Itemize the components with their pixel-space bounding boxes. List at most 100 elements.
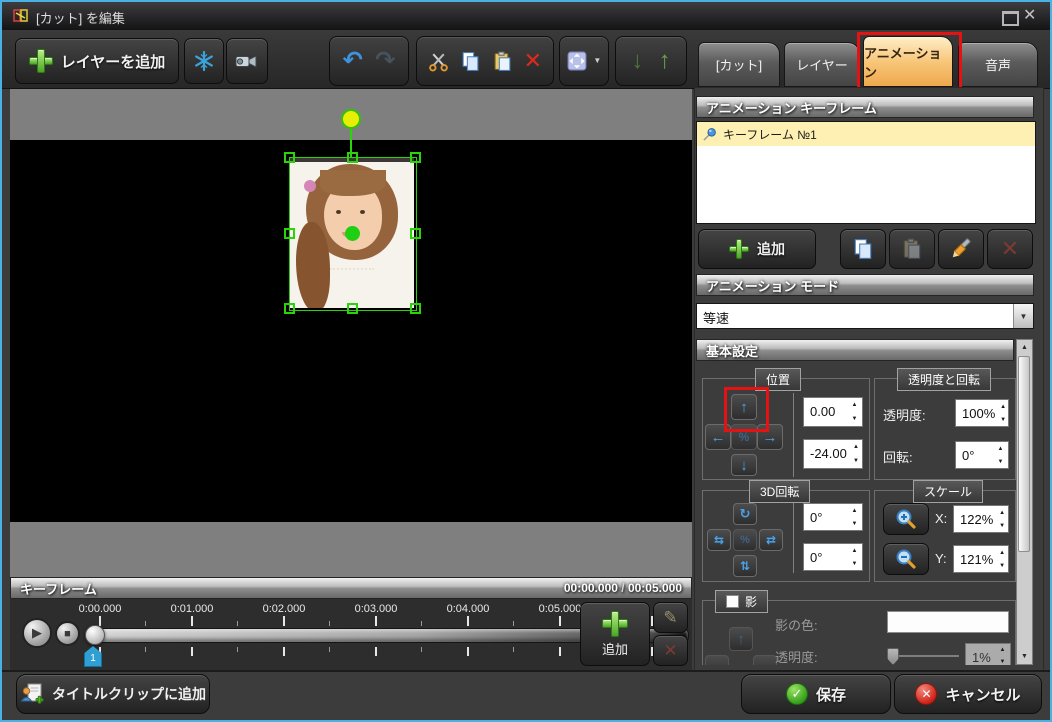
spin-down-icon[interactable]: ▼ [996, 559, 1008, 572]
move-up-icon[interactable]: ↑ [659, 49, 671, 73]
add-title-clip-button[interactable]: タイトルクリップに追加 [16, 674, 210, 714]
paste-icon[interactable] [492, 51, 513, 72]
opacity-value[interactable]: 100% [956, 400, 998, 426]
position-y-value[interactable]: -24.00 [804, 440, 850, 468]
tab-audio[interactable]: 音声 [958, 42, 1038, 87]
redo-icon[interactable]: ↷ [375, 49, 395, 73]
spin-down-icon[interactable]: ▼ [847, 517, 862, 530]
shadow-color-swatch[interactable] [887, 611, 1009, 633]
rotation-spinner[interactable]: 0° ▲▼ [955, 441, 1009, 469]
resize-handle-nw[interactable] [284, 152, 295, 163]
spin-down-icon[interactable]: ▼ [996, 519, 1008, 532]
position-x-value[interactable]: 0.00 [804, 398, 847, 426]
move-down-button[interactable]: ↓ [731, 454, 757, 476]
zoom-in-button[interactable] [883, 503, 929, 535]
rotation-3d-y-spinner[interactable]: 0° ▲▼ [803, 543, 863, 571]
shadow-checkbox[interactable] [726, 595, 739, 608]
rotation-3d-x-spinner[interactable]: 0° ▲▼ [803, 503, 863, 531]
title-bar[interactable]: [カット] を編集 ✕ [2, 2, 1050, 30]
spin-down-icon[interactable]: ▼ [847, 557, 862, 570]
stop-button[interactable]: ■ [55, 621, 80, 646]
flip-vertical-button[interactable]: ⇅ [733, 555, 757, 577]
spin-down-icon[interactable]: ▼ [850, 454, 862, 468]
paste-keyframe-button[interactable] [889, 229, 935, 269]
fit-screen-icon[interactable] [567, 51, 587, 71]
copy-keyframe-button[interactable] [840, 229, 886, 269]
resize-handle-e[interactable] [410, 228, 421, 239]
rotate-left-button[interactable]: ⇆ [707, 529, 731, 551]
spin-down-icon[interactable]: ▼ [847, 412, 862, 426]
delete-icon[interactable]: ✕ [524, 50, 542, 72]
camera-button[interactable] [226, 38, 268, 84]
spin-down-icon[interactable]: ▼ [993, 455, 1008, 468]
opacity-spinner[interactable]: 100% ▲▼ [955, 399, 1009, 427]
resize-handle-s[interactable] [347, 303, 358, 314]
save-button[interactable]: ✓ 保存 [741, 674, 891, 714]
animation-mode-select[interactable]: 等速 ▼ [696, 303, 1034, 329]
shadow-opacity-slider-thumb[interactable] [887, 648, 899, 665]
scale-x-spinner[interactable]: 122% ▲▼ [953, 505, 1009, 533]
shadow-offset-up-button[interactable]: ↑ [729, 627, 753, 651]
spin-up-icon[interactable]: ▲ [847, 544, 862, 557]
delete-keyframe-button[interactable]: ✕ [987, 229, 1033, 269]
reset-3d-button[interactable]: % [733, 529, 757, 551]
copy-icon[interactable] [460, 51, 481, 72]
resize-handle-w[interactable] [284, 228, 295, 239]
resize-handle-sw[interactable] [284, 303, 295, 314]
shadow-opacity-spinner[interactable]: 1% ▲▼ [965, 643, 1011, 665]
cut-scissors-icon[interactable] [428, 51, 449, 72]
close-icon[interactable]: ✕ [1023, 8, 1036, 24]
tab-layer[interactable]: レイヤー [784, 42, 860, 87]
scrollbar-thumb[interactable] [1018, 356, 1030, 552]
play-button[interactable]: ▶ [22, 618, 52, 648]
spin-down-icon[interactable]: ▼ [998, 413, 1008, 426]
zoom-out-button[interactable] [883, 543, 929, 575]
undo-icon[interactable]: ↶ [343, 49, 363, 73]
clear-keyframes-button[interactable] [938, 229, 984, 269]
scale-x-value[interactable]: 122% [954, 506, 996, 532]
keyframes-list[interactable]: キーフレーム №1 [696, 121, 1036, 224]
panel-scrollbar[interactable]: ▲ ▼ [1016, 339, 1033, 665]
spin-up-icon[interactable]: ▲ [995, 644, 1010, 656]
rotation-handle[interactable] [341, 109, 361, 129]
scale-y-spinner[interactable]: 121% ▲▼ [953, 545, 1009, 573]
resize-handle-ne[interactable] [410, 152, 421, 163]
rotation-value[interactable]: 0° [956, 442, 993, 468]
layer-center-point[interactable] [345, 226, 360, 241]
scrollbar-down-icon[interactable]: ▼ [1017, 649, 1032, 664]
resize-handle-se[interactable] [410, 303, 421, 314]
remove-keyframe-button[interactable]: ✕ [653, 635, 688, 666]
fit-dropdown-icon[interactable]: ▼ [593, 57, 601, 65]
scale-y-value[interactable]: 121% [954, 546, 996, 572]
add-keyframe-button[interactable]: 追加 [698, 229, 816, 269]
timeline-slider-thumb[interactable] [85, 625, 105, 645]
rotate-y-button[interactable]: ↻ [733, 503, 757, 525]
spin-up-icon[interactable]: ▲ [993, 442, 1008, 455]
spin-up-icon[interactable]: ▲ [850, 440, 862, 454]
move-down-icon[interactable]: ↓ [631, 49, 643, 73]
snowflake-freeze-button[interactable] [184, 38, 224, 84]
spin-up-icon[interactable]: ▲ [847, 504, 862, 517]
spin-up-icon[interactable]: ▲ [847, 398, 862, 412]
shadow-opacity-value[interactable]: 1% [966, 644, 995, 665]
combo-dropdown-icon[interactable]: ▼ [1013, 304, 1033, 328]
spin-down-icon[interactable]: ▼ [995, 656, 1010, 665]
tab-cut[interactable]: [カット] [698, 42, 780, 87]
cancel-button[interactable]: ✕ キャンセル [894, 674, 1042, 714]
position-y-spinner[interactable]: -24.00 ▲▼ [803, 439, 863, 469]
selected-image-layer[interactable] [289, 157, 417, 311]
shadow-offset-right-button[interactable]: → [753, 655, 777, 665]
add-layer-button[interactable]: レイヤーを追加 [15, 38, 179, 84]
timeline-add-keyframe-button[interactable]: 追加 [580, 602, 650, 666]
keyframe-list-item[interactable]: キーフレーム №1 [697, 122, 1035, 146]
restore-icon[interactable] [1002, 11, 1019, 26]
rotation-3d-y-value[interactable]: 0° [804, 544, 847, 570]
position-x-spinner[interactable]: 0.00 ▲▼ [803, 397, 863, 427]
spin-up-icon[interactable]: ▲ [996, 546, 1008, 559]
scrollbar-up-icon[interactable]: ▲ [1017, 340, 1032, 355]
spin-up-icon[interactable]: ▲ [998, 400, 1008, 413]
edit-keyframe-button[interactable]: ✎ [653, 602, 688, 633]
spin-up-icon[interactable]: ▲ [996, 506, 1008, 519]
rotate-right-button[interactable]: ⇄ [759, 529, 783, 551]
resize-handle-n[interactable] [347, 152, 358, 163]
